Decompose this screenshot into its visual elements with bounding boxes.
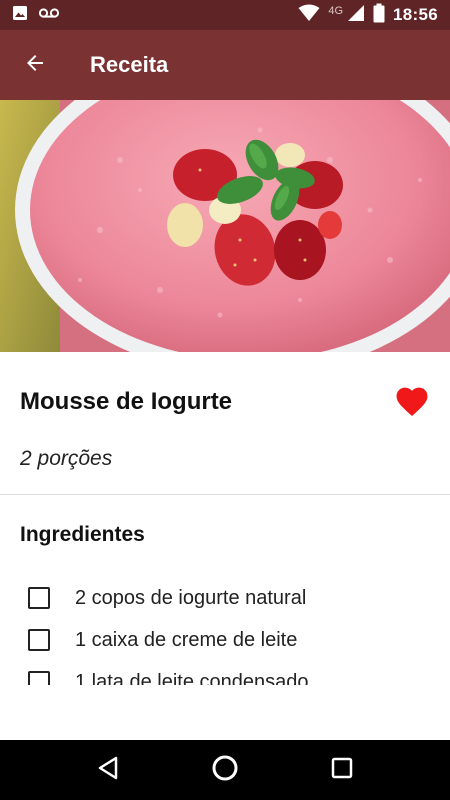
back-triangle-icon <box>97 756 119 785</box>
voicemail-icon <box>38 6 60 25</box>
arrow-back-icon <box>23 51 47 80</box>
page-title: Receita <box>90 52 169 77</box>
divider <box>0 494 450 495</box>
recipe-title: Mousse de Iogurte <box>20 388 233 415</box>
ingredient-checkbox[interactable] <box>28 587 50 609</box>
recipe-photo <box>0 100 450 352</box>
heart-icon <box>393 383 431 422</box>
battery-icon <box>373 3 385 28</box>
app-bar: Receita <box>0 30 450 100</box>
recents-square-icon <box>331 757 353 784</box>
network-type: 4G <box>328 5 344 17</box>
ingredient-checkbox[interactable] <box>28 671 50 685</box>
ingredients-heading: Ingredientes <box>20 523 145 546</box>
nav-back-button[interactable] <box>83 745 133 795</box>
ingredient-item: 2 copos de iogurte natural <box>0 577 450 619</box>
ingredient-label: 2 copos de iogurte natural <box>75 586 307 609</box>
back-button[interactable] <box>0 30 70 100</box>
status-right-icons: 4G 18:56 <box>298 3 438 28</box>
ingredient-item: 1 caixa de creme de leite <box>0 619 450 661</box>
ingredient-item: 1 lata de leite condensado <box>0 661 450 685</box>
portions-text: 2 porções <box>20 447 113 470</box>
ingredient-checkbox[interactable] <box>28 629 50 651</box>
recipe-content: Mousse de Iogurte 2 porções Ingredientes… <box>0 352 450 685</box>
status-bar: 4G 18:56 <box>0 0 450 30</box>
status-left-icons <box>12 5 60 26</box>
status-time: 18:56 <box>393 5 438 24</box>
title-row: Mousse de Iogurte <box>0 352 450 452</box>
ingredient-label: 1 lata de leite condensado <box>75 670 309 686</box>
ingredient-label: 1 caixa de creme de leite <box>75 628 298 651</box>
nav-home-button[interactable] <box>200 745 250 795</box>
wifi-icon <box>298 4 320 27</box>
ingredients-list: 2 copos de iogurte natural 1 caixa de cr… <box>0 577 450 685</box>
system-nav-bar <box>0 740 450 800</box>
home-circle-icon <box>211 754 239 787</box>
cell-signal-icon <box>347 4 365 27</box>
image-icon <box>12 5 28 26</box>
nav-recents-button[interactable] <box>317 745 367 795</box>
favorite-button[interactable] <box>390 380 434 424</box>
